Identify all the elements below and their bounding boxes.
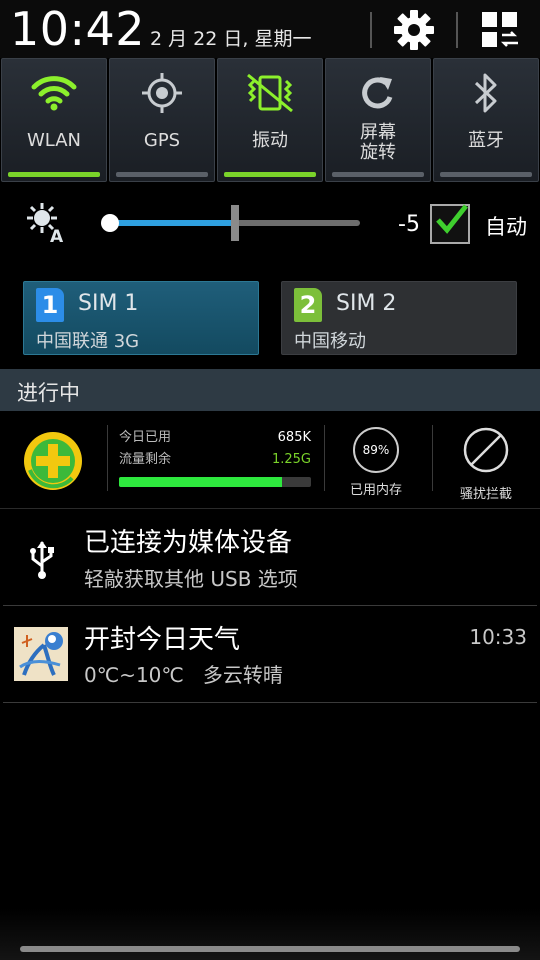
toggle-state-bar [440,172,532,177]
memory-percent: 89% [353,427,399,473]
toggle-label: 屏幕 旋转 [326,123,430,163]
toggle-label: WLAN [26,130,82,151]
traffic-progress-bar [119,477,311,487]
usb-icon [30,541,54,579]
checkmark-icon [436,204,468,234]
harassment-block[interactable]: 骚扰拦截 [446,427,526,502]
rotate-icon [362,77,393,109]
divider [3,702,537,703]
toggle-label: 蓝牙 [468,130,504,151]
wifi-icon [31,76,77,111]
toggle-state-bar [116,172,208,177]
remaining-label: 流量剩余 [119,452,172,467]
sim-number-badge: 1 [36,288,64,322]
brightness-row: A -5 自动 [0,190,540,262]
sim-carrier: 中国移动 [294,331,366,352]
svg-text:A: A [50,227,64,244]
divider [324,425,325,491]
auto-brightness-icon: A [24,200,68,247]
weather-app-icon [14,627,68,681]
360-logo-icon [24,432,82,490]
gps-icon [142,73,182,113]
today-used-label: 今日已用 [119,430,172,445]
toggle-label-line: 旋转 [360,142,396,163]
notification-title: 开封今日天气 [84,625,241,655]
traffic-progress-fill [119,477,283,487]
notification-header: 10:42 2 月 22 日, 星期一 [0,0,540,60]
usb-notification[interactable]: 已连接为媒体设备 轻敲获取其他 USB 选项 [0,510,540,606]
brightness-slider-fill [106,220,235,226]
sim-name: SIM 1 [78,291,139,316]
block-icon [463,427,509,473]
auto-brightness-label: 自动 [485,215,527,239]
grid-toggle-icon [482,12,518,47]
quick-settings-toggles: WLAN GPS 振动 屏幕 旋转 蓝牙 [0,58,540,184]
toggle-state-bar [8,172,100,177]
section-title: 进行中 [17,381,80,405]
sim-carrier: 中国联通 3G [36,331,140,352]
divider [107,425,108,491]
quick-panel-edit-button[interactable] [474,8,526,52]
toggle-state-bar [332,172,424,177]
toggle-state-bar [224,172,316,177]
clock: 10:42 [10,2,146,56]
toggle-label: GPS [143,130,181,151]
memory-label: 已用内存 [349,483,402,498]
toggle-label-line: 屏幕 [360,122,396,143]
sim-name: SIM 2 [336,291,397,316]
toggle-bluetooth[interactable]: 蓝牙 [433,58,539,182]
security-widget[interactable]: 今日已用 685K 流量剩余 1.25G 89% 已用内存 骚扰拦截 [0,411,540,509]
notification-subtitle: 轻敲获取其他 USB 选项 [84,567,298,591]
block-label: 骚扰拦截 [459,487,512,502]
sim-card-1[interactable]: 1 SIM 1 中国联通 3G [23,281,259,355]
divider [432,425,433,491]
panel-bottom-area [0,908,540,960]
divider [3,605,537,606]
gear-icon [394,10,434,50]
divider [370,12,372,48]
divider [456,12,458,48]
brightness-value: -5 [398,212,420,237]
brightness-slider-knob[interactable] [101,214,119,232]
sim-number-badge: 2 [294,288,322,322]
settings-button[interactable] [388,8,440,52]
toggle-label: 振动 [252,130,288,151]
date-label: 2 月 22 日, 星期一 [150,28,312,50]
toggle-vibrate[interactable]: 振动 [217,58,323,182]
toggle-screen-rotation[interactable]: 屏幕 旋转 [325,58,431,182]
vibrate-icon [247,73,293,113]
brightness-slider[interactable] [98,202,366,242]
memory-cleaner[interactable]: 89% 已用内存 [336,427,416,498]
remaining-value: 1.25G [271,452,311,467]
panel-drag-handle[interactable] [20,946,520,952]
toggle-gps[interactable]: GPS [109,58,215,182]
notification-subtitle: 0℃~10℃ 多云转晴 [84,663,283,687]
today-used-value: 685K [277,430,311,445]
notification-title: 已连接为媒体设备 [84,528,293,558]
bluetooth-icon [474,73,497,113]
weather-notification[interactable]: 开封今日天气 10:33 0℃~10℃ 多云转晴 [0,607,540,703]
traffic-stats: 今日已用 685K 流量剩余 1.25G [119,429,311,487]
auto-brightness-checkbox[interactable] [430,204,470,244]
sim-card-2[interactable]: 2 SIM 2 中国移动 [281,281,517,355]
notification-time: 10:33 [469,625,527,649]
toggle-wlan[interactable]: WLAN [1,58,107,182]
ongoing-section-header: 进行中 [0,369,540,411]
